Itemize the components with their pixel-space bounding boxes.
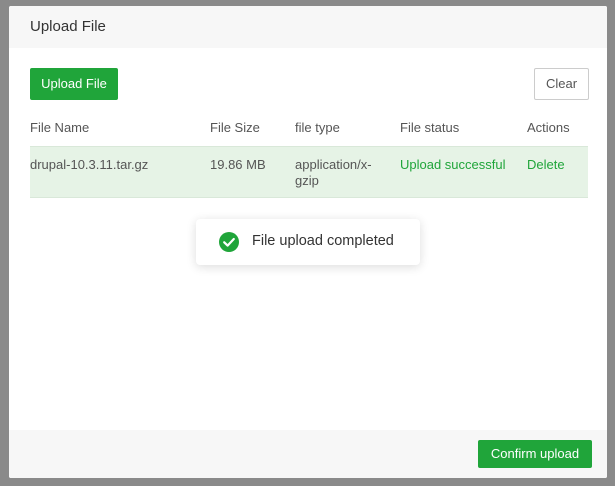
upload-file-dialog: Upload File Upload File Clear File Name … bbox=[9, 6, 607, 478]
clear-button[interactable]: Clear bbox=[534, 68, 589, 100]
column-header-actions: Actions bbox=[527, 120, 570, 135]
check-circle-icon bbox=[219, 232, 239, 252]
column-header-file-name: File Name bbox=[30, 120, 90, 135]
table-row: drupal-10.3.11.tar.gz 19.86 MB applicati… bbox=[30, 146, 588, 198]
column-header-file-type: file type bbox=[295, 120, 340, 135]
upload-file-button[interactable]: Upload File bbox=[30, 68, 118, 100]
column-header-file-size: File Size bbox=[210, 120, 260, 135]
file-type-line-1: application/x- bbox=[295, 157, 372, 172]
upload-complete-toast: File upload completed bbox=[196, 219, 420, 265]
dialog-header: Upload File bbox=[9, 6, 607, 48]
dialog-title: Upload File bbox=[30, 18, 106, 35]
confirm-upload-button[interactable]: Confirm upload bbox=[478, 440, 592, 468]
delete-link[interactable]: Delete bbox=[527, 157, 565, 173]
file-type-cell: application/x- gzip bbox=[295, 157, 372, 189]
file-status-cell: Upload successful bbox=[400, 157, 506, 172]
file-size-cell: 19.86 MB bbox=[210, 157, 266, 172]
file-name-cell: drupal-10.3.11.tar.gz bbox=[30, 157, 149, 172]
dialog-footer: Confirm upload bbox=[9, 430, 607, 478]
column-header-file-status: File status bbox=[400, 120, 460, 135]
toast-message: File upload completed bbox=[252, 233, 394, 249]
file-type-line-2: gzip bbox=[295, 173, 319, 188]
